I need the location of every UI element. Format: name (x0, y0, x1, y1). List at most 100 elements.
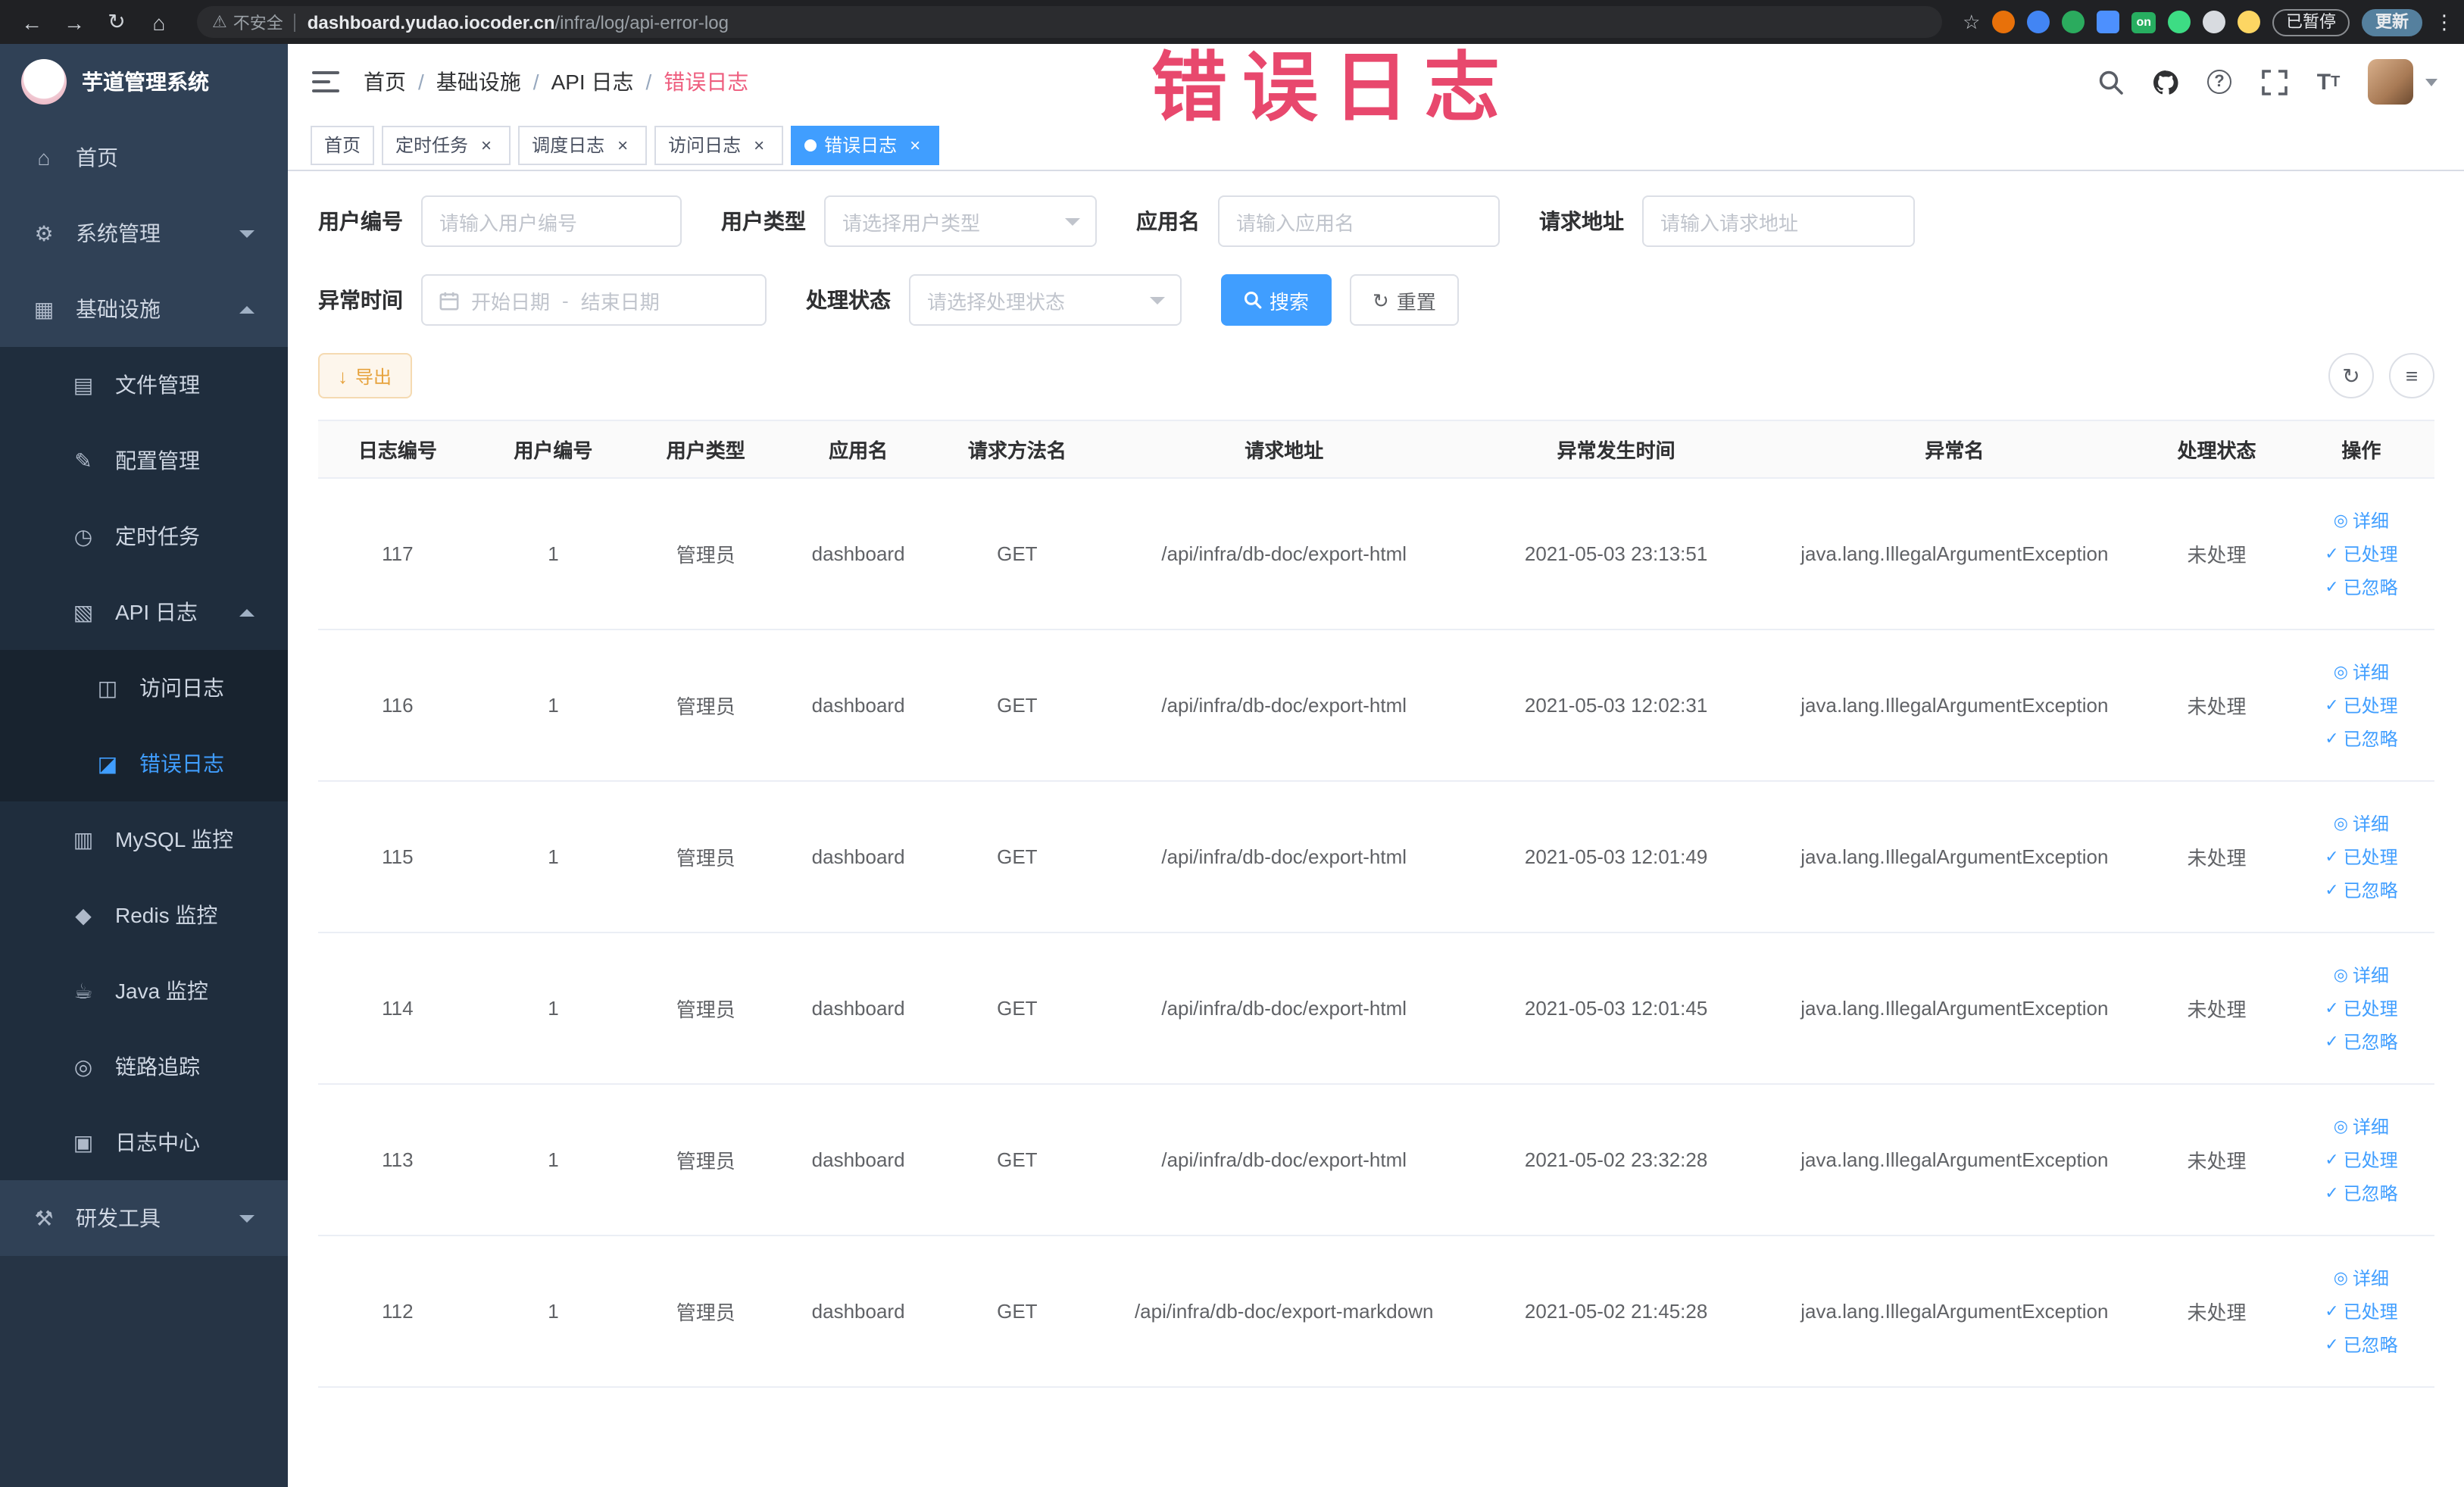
processed-action-link[interactable]: ✓ 已处理 (2288, 840, 2434, 873)
orange-extension-icon[interactable] (1992, 11, 2016, 33)
blue-drop-extension-icon[interactable] (2027, 11, 2050, 33)
search-button[interactable]: 搜索 (1221, 274, 1332, 326)
processed-action-link[interactable]: ✓ 已处理 (2288, 689, 2434, 722)
tab-access-log[interactable]: 访问日志 × (654, 125, 784, 164)
sidebar-item-api-log[interactable]: ▧ API 日志 (0, 574, 288, 650)
home-icon[interactable]: ⌂ (142, 10, 176, 34)
chevron-down-icon (239, 1214, 255, 1222)
sidebar-item-file[interactable]: ▤ 文件管理 (0, 347, 288, 423)
sidebar-item-tracer[interactable]: ◎ 链路追踪 (0, 1029, 288, 1104)
sidebar-item-infra[interactable]: ▦ 基础设施 (0, 271, 288, 347)
breadcrumb-item[interactable]: 基础设施 (436, 67, 521, 97)
close-icon[interactable]: × (612, 134, 633, 155)
processed-action-link[interactable]: ✓ 已处理 (2288, 1295, 2434, 1328)
help-icon[interactable]: ? (2204, 67, 2234, 97)
date-range-picker[interactable]: 开始日期 - 结束日期 (421, 274, 767, 326)
update-button[interactable]: 更新 (2362, 8, 2422, 36)
breadcrumb-item[interactable]: 首页 (364, 67, 406, 97)
cell-status: 未处理 (2145, 781, 2288, 933)
sidebar-item-home[interactable]: ⌂ 首页 (0, 120, 288, 195)
browser-menu-icon[interactable]: ⋮ (2434, 10, 2454, 34)
ignore-action-link[interactable]: ✓ 已忽略 (2288, 1176, 2434, 1210)
cell-status: 未处理 (2145, 1084, 2288, 1236)
detail-action-link[interactable]: ◎ 详细 (2288, 807, 2434, 840)
leaf-extension-icon[interactable] (2168, 11, 2191, 33)
back-icon[interactable]: ← (15, 10, 48, 34)
hamburger-icon[interactable] (288, 71, 364, 92)
ignore-action-link[interactable]: ✓ 已忽略 (2288, 1328, 2434, 1361)
sidebar-item-redis[interactable]: ◆ Redis 监控 (0, 877, 288, 953)
smiley-extension-icon[interactable] (2238, 11, 2260, 33)
breadcrumb-item[interactable]: API 日志 (551, 67, 634, 97)
close-icon[interactable]: × (748, 134, 770, 155)
tab-home[interactable]: 首页 (311, 125, 375, 164)
tab-job-log[interactable]: 调度日志 × (518, 125, 648, 164)
app-name-input[interactable]: 请输入应用名 (1218, 195, 1500, 247)
ignore-action-link[interactable]: ✓ 已忽略 (2288, 873, 2434, 907)
sidebar-item-tools[interactable]: ⚒ 研发工具 (0, 1180, 288, 1256)
detail-action-link[interactable]: ◎ 详细 (2288, 958, 2434, 992)
sidebar: 芋道管理系统 ⌂ 首页 ⚙ 系统管理 ▦ 基础设施 ▤ 文件管理 ✎ 配置管理 … (0, 44, 288, 1487)
ignore-action-link[interactable]: ✓ 已忽略 (2288, 1025, 2434, 1058)
paw-extension-icon[interactable] (2203, 11, 2225, 33)
tab-job[interactable]: 定时任务 × (382, 125, 511, 164)
processed-action-link[interactable]: ✓ 已处理 (2288, 992, 2434, 1025)
chevron-down-icon[interactable] (2425, 78, 2437, 86)
column-settings-button[interactable]: ≡ (2389, 353, 2434, 398)
eye-icon: ◎ (2333, 1269, 2348, 1287)
cell-method: GET (934, 1236, 1100, 1388)
sidebar-item-label: 基础设施 (76, 297, 161, 321)
tab-error-log[interactable]: 错误日志 × (791, 125, 940, 164)
github-icon[interactable] (2150, 67, 2180, 97)
avatar[interactable] (2368, 59, 2413, 105)
paused-badge[interactable]: 已暂停 (2272, 8, 2350, 36)
processed-action-link[interactable]: ✓ 已处理 (2288, 537, 2434, 570)
check-icon: ✓ (2325, 729, 2339, 748)
bookmark-star-icon[interactable]: ☆ (1963, 10, 1980, 34)
user-id-input[interactable]: 请输入用户编号 (421, 195, 682, 247)
fullscreen-icon[interactable] (2259, 67, 2289, 97)
close-icon[interactable]: × (904, 134, 926, 155)
process-status-select[interactable]: 请选择处理状态 (909, 274, 1182, 326)
detail-action-link[interactable]: ◎ 详细 (2288, 1110, 2434, 1143)
processed-action-link[interactable]: ✓ 已处理 (2288, 1143, 2434, 1176)
address-bar[interactable]: ⚠ 不安全 dashboard.yudao.iocoder.cn /infra/… (197, 6, 1942, 38)
grid-extension-icon[interactable] (2097, 11, 2120, 33)
user-type-select[interactable]: 请选择用户类型 (824, 195, 1097, 247)
sidebar-item-mysql[interactable]: ▥ MySQL 监控 (0, 801, 288, 877)
sidebar-item-system[interactable]: ⚙ 系统管理 (0, 195, 288, 271)
forward-icon[interactable]: → (58, 10, 91, 34)
cell-url: /api/infra/db-doc/export-html (1099, 781, 1469, 933)
request-url-input[interactable]: 请输入请求地址 (1642, 195, 1915, 247)
search-icon[interactable] (2095, 67, 2125, 97)
cell-app_name: dashboard (782, 629, 935, 782)
export-button[interactable]: ↓ 导出 (318, 353, 412, 398)
green-круг-extension-icon[interactable] (2062, 11, 2085, 33)
detail-action-link[interactable]: ◎ 详细 (2288, 504, 2434, 537)
app-header: 首页 / 基础设施 / API 日志 / 错误日志 ? TT (288, 44, 2464, 120)
sidebar-item-java[interactable]: ☕ Java 监控 (0, 953, 288, 1029)
cell-app_name: dashboard (782, 781, 935, 933)
reload-icon[interactable]: ↻ (100, 9, 133, 35)
sidebar-item-label: 文件管理 (115, 373, 200, 397)
ignore-action-link[interactable]: ✓ 已忽略 (2288, 570, 2434, 604)
cell-user_id: 1 (476, 629, 630, 782)
detail-action-link[interactable]: ◎ 详细 (2288, 655, 2434, 689)
refresh-table-button[interactable]: ↻ (2328, 353, 2374, 398)
check-icon: ✓ (2325, 1302, 2339, 1320)
cell-id: 112 (318, 1236, 477, 1388)
close-icon[interactable]: × (476, 134, 497, 155)
ignore-action-link[interactable]: ✓ 已忽略 (2288, 722, 2434, 755)
sidebar-item-job[interactable]: ◷ 定时任务 (0, 498, 288, 574)
sidebar-item-log-center[interactable]: ▣ 日志中心 (0, 1104, 288, 1180)
reset-button[interactable]: ↻ 重置 (1350, 274, 1459, 326)
cell-status: 未处理 (2145, 478, 2288, 630)
sidebar-item-config[interactable]: ✎ 配置管理 (0, 423, 288, 498)
breadcrumb-separator: / (645, 70, 652, 94)
sidebar-item-access-log[interactable]: ◫ 访问日志 (0, 650, 288, 726)
logo[interactable]: 芋道管理系统 (0, 44, 288, 120)
detail-action-link[interactable]: ◎ 详细 (2288, 1261, 2434, 1295)
font-size-icon[interactable]: TT (2313, 67, 2344, 97)
sidebar-item-error-log[interactable]: ◪ 错误日志 (0, 726, 288, 801)
on-badge-extension-icon[interactable]: on (2131, 11, 2156, 33)
